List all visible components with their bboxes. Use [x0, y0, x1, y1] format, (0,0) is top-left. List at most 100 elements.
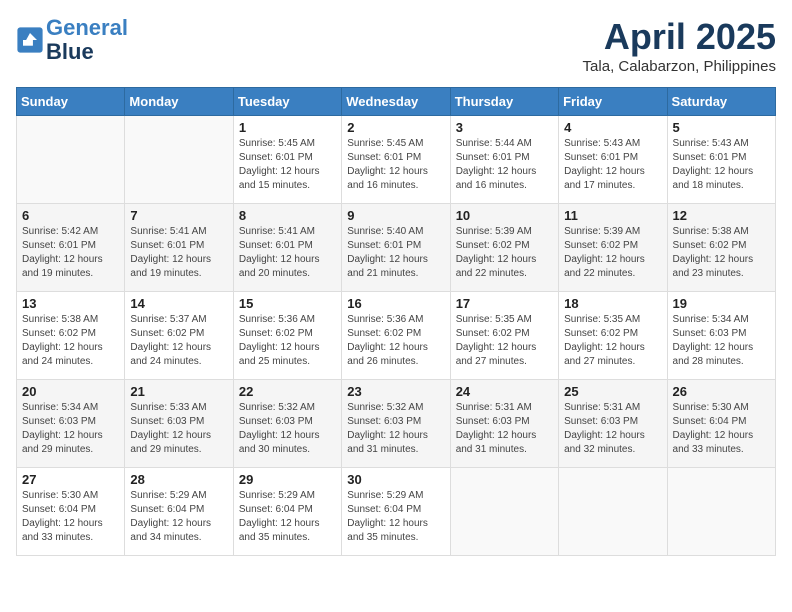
page-header: General Blue April 2025 Tala, Calabarzon…: [16, 16, 776, 75]
empty-cell: [450, 468, 558, 556]
day-info: Sunrise: 5:30 AM Sunset: 6:04 PM Dayligh…: [22, 489, 119, 545]
calendar-day-12: 12 Sunrise: 5:38 AM Sunset: 6:02 PM Dayli…: [667, 204, 775, 292]
calendar-day-24: 24Sunrise: 5:31 AM Sunset: 6:03 PM Dayli…: [450, 380, 558, 468]
calendar-day-7: 7 Sunrise: 5:41 AM Sunset: 6:01 PM Daylig…: [125, 204, 233, 292]
calendar-day-27: 27 Sunrise: 5:30 AM Sunset: 6:04 PM Dayli…: [17, 468, 125, 556]
day-number: 15: [239, 296, 336, 311]
day-info: Sunrise: 5:36 AM Sunset: 6:02 PM Dayligh…: [239, 313, 336, 369]
day-info: Sunrise: 5:31 AM Sunset: 6:03 PM Dayligh…: [564, 401, 661, 457]
day-info: Sunrise: 5:44 AM Sunset: 6:01 PM Dayligh…: [456, 137, 553, 193]
calendar-day-29: 29 Sunrise: 5:29 AM Sunset: 6:04 PM Dayli…: [233, 468, 341, 556]
calendar-day-8: 8 Sunrise: 5:41 AM Sunset: 6:01 PM Daylig…: [233, 204, 341, 292]
day-number: 28: [130, 472, 227, 487]
calendar-day-15: 15 Sunrise: 5:36 AM Sunset: 6:02 PM Dayli…: [233, 292, 341, 380]
calendar-day-26: 26Sunrise: 5:30 AM Sunset: 6:04 PM Dayli…: [667, 380, 775, 468]
day-info: Sunrise: 5:34 AM Sunset: 6:03 PM Dayligh…: [673, 313, 770, 369]
day-info: Sunrise: 5:35 AM Sunset: 6:02 PM Dayligh…: [564, 313, 661, 369]
day-number: 8: [239, 208, 336, 223]
calendar-day-4: 4Sunrise: 5:43 AM Sunset: 6:01 PM Daylig…: [559, 116, 667, 204]
day-number: 11: [564, 208, 661, 223]
month-title: April 2025: [583, 16, 776, 58]
day-info: Sunrise: 5:42 AM Sunset: 6:01 PM Dayligh…: [22, 225, 119, 281]
day-number: 1: [239, 120, 336, 135]
day-info: Sunrise: 5:38 AM Sunset: 6:02 PM Dayligh…: [22, 313, 119, 369]
day-info: Sunrise: 5:35 AM Sunset: 6:02 PM Dayligh…: [456, 313, 553, 369]
calendar-day-25: 25 Sunrise: 5:31 AM Sunset: 6:03 PM Dayli…: [559, 380, 667, 468]
day-number: 5: [673, 120, 770, 135]
logo-icon: [16, 26, 44, 54]
day-info: Sunrise: 5:45 AM Sunset: 6:01 PM Dayligh…: [239, 137, 336, 193]
day-number: 21: [130, 384, 227, 399]
day-number: 18: [564, 296, 661, 311]
calendar-week-1: 1 Sunrise: 5:45 AM Sunset: 6:01 PM Daylig…: [17, 116, 776, 204]
calendar-day-23: 23Sunrise: 5:32 AM Sunset: 6:03 PM Dayli…: [342, 380, 450, 468]
calendar-day-14: 14Sunrise: 5:37 AM Sunset: 6:02 PM Dayli…: [125, 292, 233, 380]
day-info: Sunrise: 5:36 AM Sunset: 6:02 PM Dayligh…: [347, 313, 444, 369]
calendar-day-13: 13 Sunrise: 5:38 AM Sunset: 6:02 PM Dayli…: [17, 292, 125, 380]
day-number: 14: [130, 296, 227, 311]
calendar-week-5: 27 Sunrise: 5:30 AM Sunset: 6:04 PM Dayli…: [17, 468, 776, 556]
day-info: Sunrise: 5:39 AM Sunset: 6:02 PM Dayligh…: [564, 225, 661, 281]
logo-text: General Blue: [46, 16, 128, 64]
logo: General Blue: [16, 16, 128, 64]
calendar-day-2: 2Sunrise: 5:45 AM Sunset: 6:01 PM Daylig…: [342, 116, 450, 204]
day-number: 24: [456, 384, 553, 399]
day-number: 30: [347, 472, 444, 487]
weekday-sunday: Sunday: [17, 88, 125, 116]
day-number: 22: [239, 384, 336, 399]
day-info: Sunrise: 5:41 AM Sunset: 6:01 PM Dayligh…: [239, 225, 336, 281]
day-number: 7: [130, 208, 227, 223]
day-number: 26: [673, 384, 770, 399]
calendar-week-3: 13 Sunrise: 5:38 AM Sunset: 6:02 PM Dayli…: [17, 292, 776, 380]
calendar-day-30: 30Sunrise: 5:29 AM Sunset: 6:04 PM Dayli…: [342, 468, 450, 556]
calendar-day-1: 1 Sunrise: 5:45 AM Sunset: 6:01 PM Daylig…: [233, 116, 341, 204]
day-number: 17: [456, 296, 553, 311]
day-number: 2: [347, 120, 444, 135]
empty-cell: [125, 116, 233, 204]
weekday-header-row: SundayMondayTuesdayWednesdayThursdayFrid…: [17, 88, 776, 116]
location: Tala, Calabarzon, Philippines: [583, 58, 776, 75]
day-number: 6: [22, 208, 119, 223]
empty-cell: [17, 116, 125, 204]
calendar-day-19: 19 Sunrise: 5:34 AM Sunset: 6:03 PM Dayli…: [667, 292, 775, 380]
calendar-day-9: 9Sunrise: 5:40 AM Sunset: 6:01 PM Daylig…: [342, 204, 450, 292]
calendar-week-4: 20Sunrise: 5:34 AM Sunset: 6:03 PM Dayli…: [17, 380, 776, 468]
day-number: 4: [564, 120, 661, 135]
weekday-tuesday: Tuesday: [233, 88, 341, 116]
calendar-day-11: 11 Sunrise: 5:39 AM Sunset: 6:02 PM Dayli…: [559, 204, 667, 292]
day-number: 25: [564, 384, 661, 399]
calendar-day-5: 5 Sunrise: 5:43 AM Sunset: 6:01 PM Daylig…: [667, 116, 775, 204]
calendar-day-21: 21 Sunrise: 5:33 AM Sunset: 6:03 PM Dayli…: [125, 380, 233, 468]
day-number: 19: [673, 296, 770, 311]
day-info: Sunrise: 5:32 AM Sunset: 6:03 PM Dayligh…: [239, 401, 336, 457]
calendar-day-17: 17 Sunrise: 5:35 AM Sunset: 6:02 PM Dayli…: [450, 292, 558, 380]
day-info: Sunrise: 5:38 AM Sunset: 6:02 PM Dayligh…: [673, 225, 770, 281]
day-info: Sunrise: 5:33 AM Sunset: 6:03 PM Dayligh…: [130, 401, 227, 457]
calendar-day-20: 20Sunrise: 5:34 AM Sunset: 6:03 PM Dayli…: [17, 380, 125, 468]
calendar-day-28: 28 Sunrise: 5:29 AM Sunset: 6:04 PM Dayli…: [125, 468, 233, 556]
day-number: 23: [347, 384, 444, 399]
day-info: Sunrise: 5:29 AM Sunset: 6:04 PM Dayligh…: [239, 489, 336, 545]
day-number: 27: [22, 472, 119, 487]
day-info: Sunrise: 5:29 AM Sunset: 6:04 PM Dayligh…: [130, 489, 227, 545]
day-info: Sunrise: 5:39 AM Sunset: 6:02 PM Dayligh…: [456, 225, 553, 281]
calendar-day-10: 10 Sunrise: 5:39 AM Sunset: 6:02 PM Dayli…: [450, 204, 558, 292]
day-info: Sunrise: 5:41 AM Sunset: 6:01 PM Dayligh…: [130, 225, 227, 281]
weekday-wednesday: Wednesday: [342, 88, 450, 116]
empty-cell: [559, 468, 667, 556]
calendar-day-22: 22 Sunrise: 5:32 AM Sunset: 6:03 PM Dayli…: [233, 380, 341, 468]
calendar-day-16: 16 Sunrise: 5:36 AM Sunset: 6:02 PM Dayli…: [342, 292, 450, 380]
calendar-day-3: 3Sunrise: 5:44 AM Sunset: 6:01 PM Daylig…: [450, 116, 558, 204]
day-number: 12: [673, 208, 770, 223]
calendar-day-18: 18 Sunrise: 5:35 AM Sunset: 6:02 PM Dayli…: [559, 292, 667, 380]
day-info: Sunrise: 5:43 AM Sunset: 6:01 PM Dayligh…: [673, 137, 770, 193]
day-number: 29: [239, 472, 336, 487]
weekday-saturday: Saturday: [667, 88, 775, 116]
day-number: 13: [22, 296, 119, 311]
empty-cell: [667, 468, 775, 556]
day-info: Sunrise: 5:34 AM Sunset: 6:03 PM Dayligh…: [22, 401, 119, 457]
day-number: 10: [456, 208, 553, 223]
day-number: 16: [347, 296, 444, 311]
calendar-week-2: 6 Sunrise: 5:42 AM Sunset: 6:01 PM Daylig…: [17, 204, 776, 292]
weekday-monday: Monday: [125, 88, 233, 116]
